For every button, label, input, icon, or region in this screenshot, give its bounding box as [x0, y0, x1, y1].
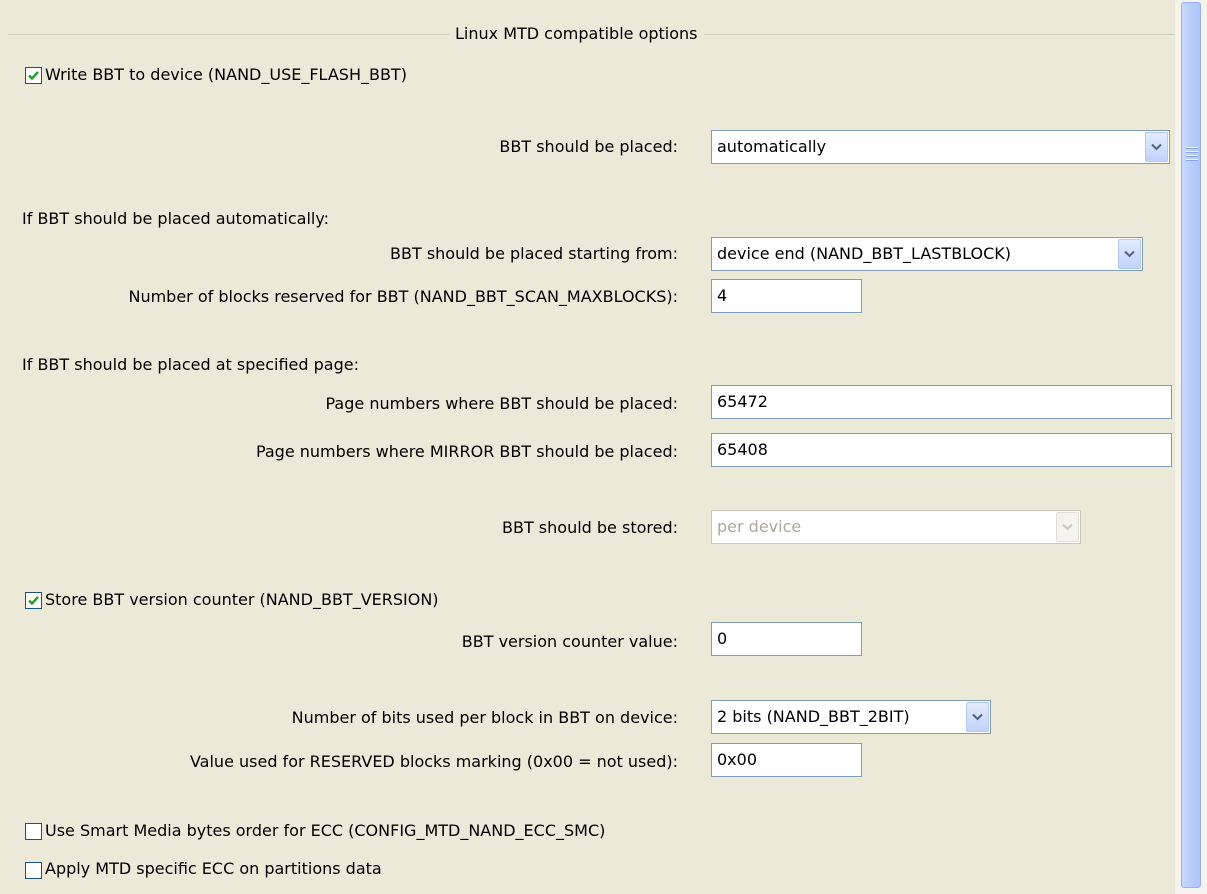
chevron-down-icon	[1062, 523, 1073, 531]
start-from-dropdown-button[interactable]	[1118, 239, 1141, 269]
placement-select[interactable]: automatically	[711, 130, 1170, 164]
page-numbers-label: Page numbers where BBT should be placed:	[325, 394, 679, 413]
version-counter-label[interactable]: Store BBT version counter (NAND_BBT_VERS…	[45, 588, 439, 612]
section-divider	[8, 34, 449, 35]
mtd-options-panel: Linux MTD compatible options Write BBT t…	[0, 0, 1176, 894]
section-divider	[704, 34, 1175, 35]
bits-per-block-dropdown-button[interactable]	[966, 702, 989, 732]
reserved-blocks-label: Number of blocks reserved for BBT (NAND_…	[128, 287, 678, 306]
bits-per-block-select[interactable]: 2 bits (NAND_BBT_2BIT)	[711, 700, 991, 734]
reserved-marking-input[interactable]: 0x00	[711, 743, 862, 777]
chevron-down-icon	[1151, 143, 1162, 151]
placement-value: automatically	[717, 137, 827, 156]
vertical-scrollbar[interactable]	[1175, 0, 1207, 894]
placement-label: BBT should be placed:	[499, 137, 678, 156]
version-value-label: BBT version counter value:	[461, 632, 678, 651]
smart-media-checkbox[interactable]	[25, 823, 42, 840]
write-bbt-checkbox[interactable]	[25, 67, 42, 84]
bits-per-block-label: Number of bits used per block in BBT on …	[291, 708, 678, 727]
mirror-page-numbers-input[interactable]: 65408	[711, 433, 1172, 467]
reserved-marking-label: Value used for RESERVED blocks marking (…	[189, 752, 678, 771]
section-title: Linux MTD compatible options	[449, 22, 704, 46]
smart-media-label[interactable]: Use Smart Media bytes order for ECC (CON…	[45, 819, 605, 843]
placement-dropdown-button[interactable]	[1145, 132, 1168, 162]
version-counter-checkbox[interactable]	[25, 592, 42, 609]
checkmark-icon	[28, 71, 39, 81]
reserved-blocks-input[interactable]: 4	[711, 279, 862, 313]
chevron-down-icon	[972, 713, 983, 721]
stored-select: per device	[711, 510, 1081, 544]
checkmark-icon	[28, 596, 39, 606]
stored-label: BBT should be stored:	[501, 518, 678, 537]
mtd-ecc-label[interactable]: Apply MTD specific ECC on partitions dat…	[45, 857, 382, 881]
scroll-thumb[interactable]	[1181, 2, 1201, 888]
start-from-select[interactable]: device end (NAND_BBT_LASTBLOCK)	[711, 237, 1143, 271]
stored-dropdown-button	[1056, 512, 1079, 542]
scroll-grip-icon	[1186, 147, 1198, 163]
stored-value: per device	[717, 517, 802, 536]
start-from-label: BBT should be placed starting from:	[390, 244, 678, 263]
start-from-value: device end (NAND_BBT_LASTBLOCK)	[717, 244, 1012, 263]
mtd-ecc-checkbox[interactable]	[25, 862, 42, 879]
page-placement-heading: If BBT should be placed at specified pag…	[22, 355, 359, 374]
page-numbers-input[interactable]: 65472	[711, 385, 1172, 419]
chevron-down-icon	[1124, 250, 1135, 258]
version-value-input[interactable]: 0	[711, 622, 862, 656]
write-bbt-label[interactable]: Write BBT to device (NAND_USE_FLASH_BBT)	[45, 63, 407, 87]
bits-per-block-value: 2 bits (NAND_BBT_2BIT)	[717, 707, 910, 726]
mirror-page-numbers-label: Page numbers where MIRROR BBT should be …	[255, 442, 678, 461]
auto-placement-heading: If BBT should be placed automatically:	[22, 209, 330, 228]
